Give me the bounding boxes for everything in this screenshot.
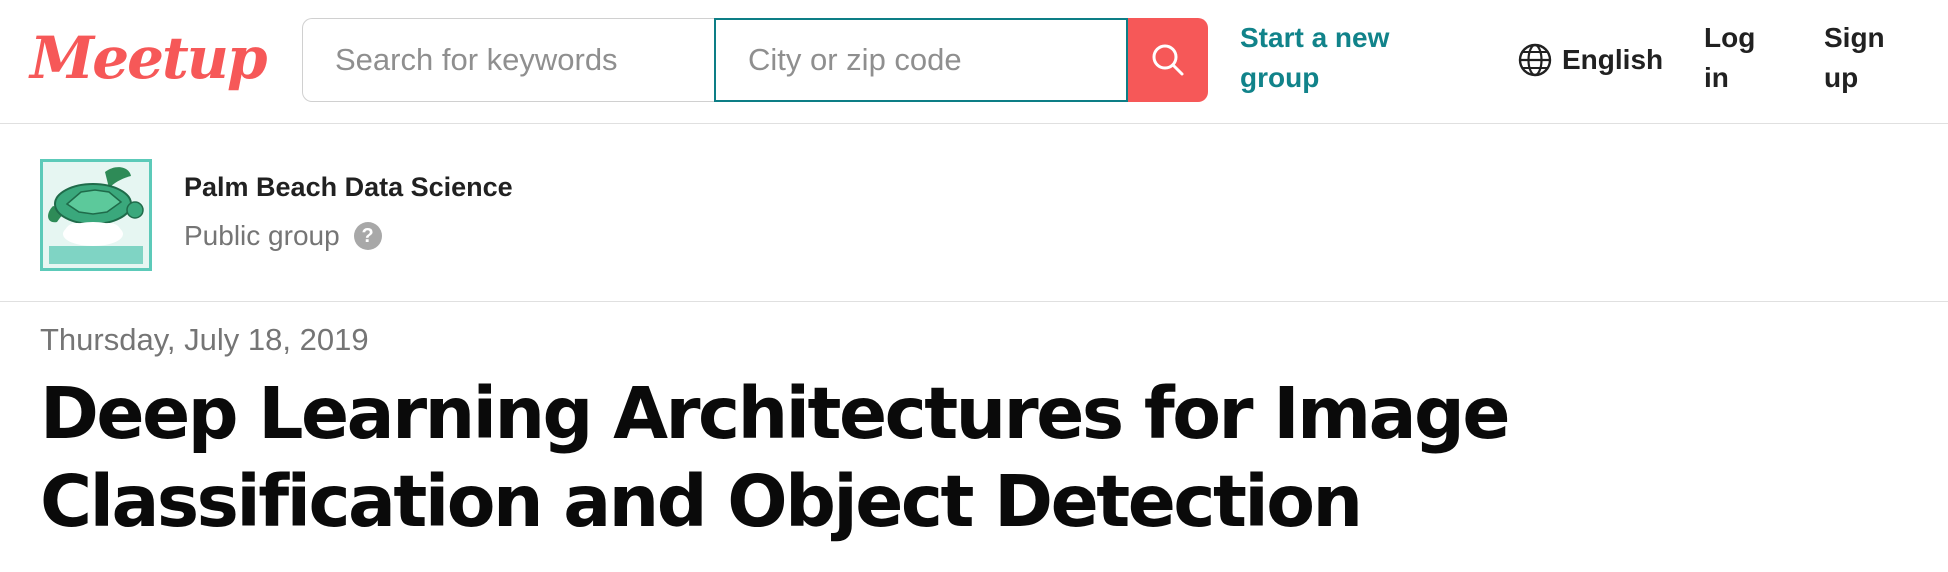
location-search-input[interactable]: [714, 18, 1128, 102]
top-navigation-bar: Meetup Start a new group English Log in …: [0, 0, 1948, 124]
keyword-search-input[interactable]: [302, 18, 714, 102]
event-date: Thursday, July 18, 2019: [40, 322, 369, 357]
group-type-label: Public group: [184, 220, 340, 251]
group-info-bar: Palm Beach Data Science Public group ?: [0, 124, 1948, 302]
event-title: Deep Learning Architectures for Image Cl…: [40, 372, 1511, 543]
search-icon: [1152, 44, 1184, 76]
start-new-group-link[interactable]: Start a new group: [1240, 18, 1420, 98]
meetup-logo[interactable]: Meetup: [30, 24, 268, 100]
group-visibility: Public group ?: [184, 220, 382, 252]
group-logo[interactable]: [40, 159, 152, 271]
group-name[interactable]: Palm Beach Data Science: [184, 172, 513, 203]
search-button[interactable]: [1128, 18, 1208, 102]
sea-turtle-logo: [43, 162, 149, 268]
search-bar: [302, 18, 1208, 102]
login-link[interactable]: Log in: [1704, 18, 1784, 98]
language-selector[interactable]: English: [1518, 38, 1663, 82]
language-label: English: [1562, 44, 1664, 75]
question-icon[interactable]: ?: [353, 222, 382, 250]
signup-link[interactable]: Sign up: [1824, 18, 1924, 98]
globe-icon: [1518, 43, 1552, 77]
